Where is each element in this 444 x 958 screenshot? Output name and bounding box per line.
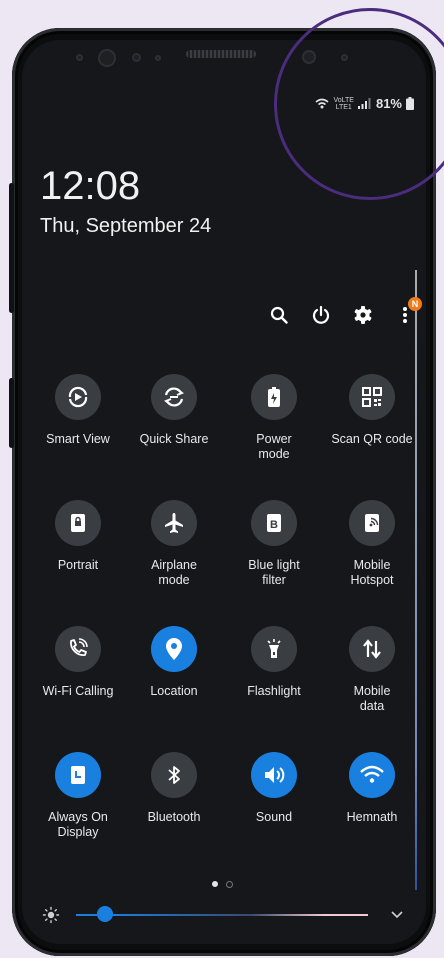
brightness-icon [42, 906, 60, 924]
tile-power-mode[interactable]: Power mode [226, 374, 322, 462]
power-mode-icon [261, 384, 287, 410]
tile-qr-code[interactable]: Scan QR code [324, 374, 420, 447]
settings-button[interactable] [352, 304, 374, 326]
earpiece-speaker [186, 50, 256, 58]
brightness-slider[interactable] [76, 906, 368, 922]
search-icon [270, 306, 288, 324]
sound-icon [261, 762, 287, 788]
bluetooth-icon [161, 762, 187, 788]
tile-label: Hemnath [346, 810, 398, 824]
tile-label: Mobile Hotspot [350, 558, 394, 587]
tile-label: Smart View [46, 432, 110, 446]
tile-toggle-button[interactable] [55, 500, 101, 546]
tile-label: Location [150, 684, 198, 698]
expand-chevron-icon[interactable] [390, 910, 404, 920]
power-icon [312, 305, 330, 324]
tile-label: Always On Display [48, 810, 108, 839]
tile-toggle-button[interactable] [349, 626, 395, 672]
tile-location[interactable]: Location [126, 626, 222, 699]
smart-view-icon [65, 384, 91, 410]
power-button[interactable] [310, 304, 332, 326]
tile-toggle-button[interactable] [251, 626, 297, 672]
hotspot-icon [359, 510, 385, 536]
tile-label: Quick Share [139, 432, 209, 446]
page-indicator [212, 881, 233, 888]
tile-blue-light[interactable]: B Blue light filter [226, 500, 322, 588]
tile-toggle-button[interactable] [55, 752, 101, 798]
front-sensor [132, 53, 141, 62]
tile-airplane[interactable]: Airplane mode [126, 500, 222, 588]
tile-wifi-calling[interactable]: Wi-Fi Calling [30, 626, 126, 699]
tile-toggle-button[interactable] [251, 752, 297, 798]
tile-portrait-lock[interactable]: Portrait [30, 500, 126, 573]
tile-toggle-button[interactable] [55, 626, 101, 672]
tile-wifi[interactable]: Hemnath [324, 752, 420, 825]
tile-label: Blue light filter [248, 558, 300, 587]
side-button [9, 378, 14, 448]
wifi-icon [358, 762, 386, 788]
tile-toggle-button[interactable] [251, 374, 297, 420]
clock: 12:08 [40, 164, 141, 208]
date: Thu, September 24 [40, 215, 212, 237]
notification-badge: N [408, 297, 422, 311]
tile-label: Wi-Fi Calling [42, 684, 114, 698]
tile-toggle-button[interactable] [349, 374, 395, 420]
tile-label: Bluetooth [147, 810, 201, 824]
tile-label: Airplane mode [151, 558, 197, 587]
tile-label: Power mode [256, 432, 292, 461]
tile-label: Scan QR code [331, 432, 413, 446]
tile-label: Portrait [57, 558, 99, 572]
quick-share-icon [161, 384, 187, 410]
tile-flashlight[interactable]: Flashlight [226, 626, 322, 699]
quick-actions [268, 304, 416, 326]
tile-toggle-button[interactable] [151, 500, 197, 546]
gear-icon [354, 306, 372, 324]
blue-light-icon: B [261, 510, 287, 536]
tile-bluetooth[interactable]: Bluetooth [126, 752, 222, 825]
tile-label: Flashlight [247, 684, 301, 698]
tile-label: Sound [255, 810, 293, 824]
always-on-display-icon [65, 762, 91, 788]
tile-label: Mobile data [353, 684, 391, 713]
page-dot-active[interactable] [212, 881, 218, 887]
brightness-track [76, 914, 368, 916]
tile-sound[interactable]: Sound [226, 752, 322, 825]
tile-toggle-button[interactable] [151, 626, 197, 672]
front-sensor [76, 54, 83, 61]
search-button[interactable] [268, 304, 290, 326]
tile-hotspot[interactable]: Mobile Hotspot [324, 500, 420, 588]
tile-mobile-data[interactable]: Mobile data [324, 626, 420, 714]
svg-text:B: B [270, 519, 278, 531]
page-dot[interactable] [226, 881, 233, 888]
qr-code-icon [360, 385, 384, 409]
tile-toggle-button[interactable] [349, 752, 395, 798]
mobile-data-icon [359, 636, 385, 662]
location-icon [163, 636, 185, 662]
side-button [9, 183, 14, 313]
tile-always-on-display[interactable]: Always On Display [30, 752, 126, 840]
tile-toggle-button[interactable] [349, 500, 395, 546]
flashlight-icon [261, 636, 287, 662]
tile-toggle-button[interactable] [151, 752, 197, 798]
tile-smart-view[interactable]: Smart View [30, 374, 126, 447]
more-vertical-icon [403, 307, 407, 323]
tile-toggle-button[interactable] [151, 374, 197, 420]
tile-toggle-button[interactable]: B [251, 500, 297, 546]
wifi-calling-icon [65, 636, 91, 662]
portrait-lock-icon [65, 510, 91, 536]
tile-quick-share[interactable]: Quick Share [126, 374, 222, 447]
front-camera [98, 49, 116, 67]
airplane-icon [161, 510, 187, 536]
front-sensor [155, 55, 161, 61]
tile-toggle-button[interactable] [55, 374, 101, 420]
